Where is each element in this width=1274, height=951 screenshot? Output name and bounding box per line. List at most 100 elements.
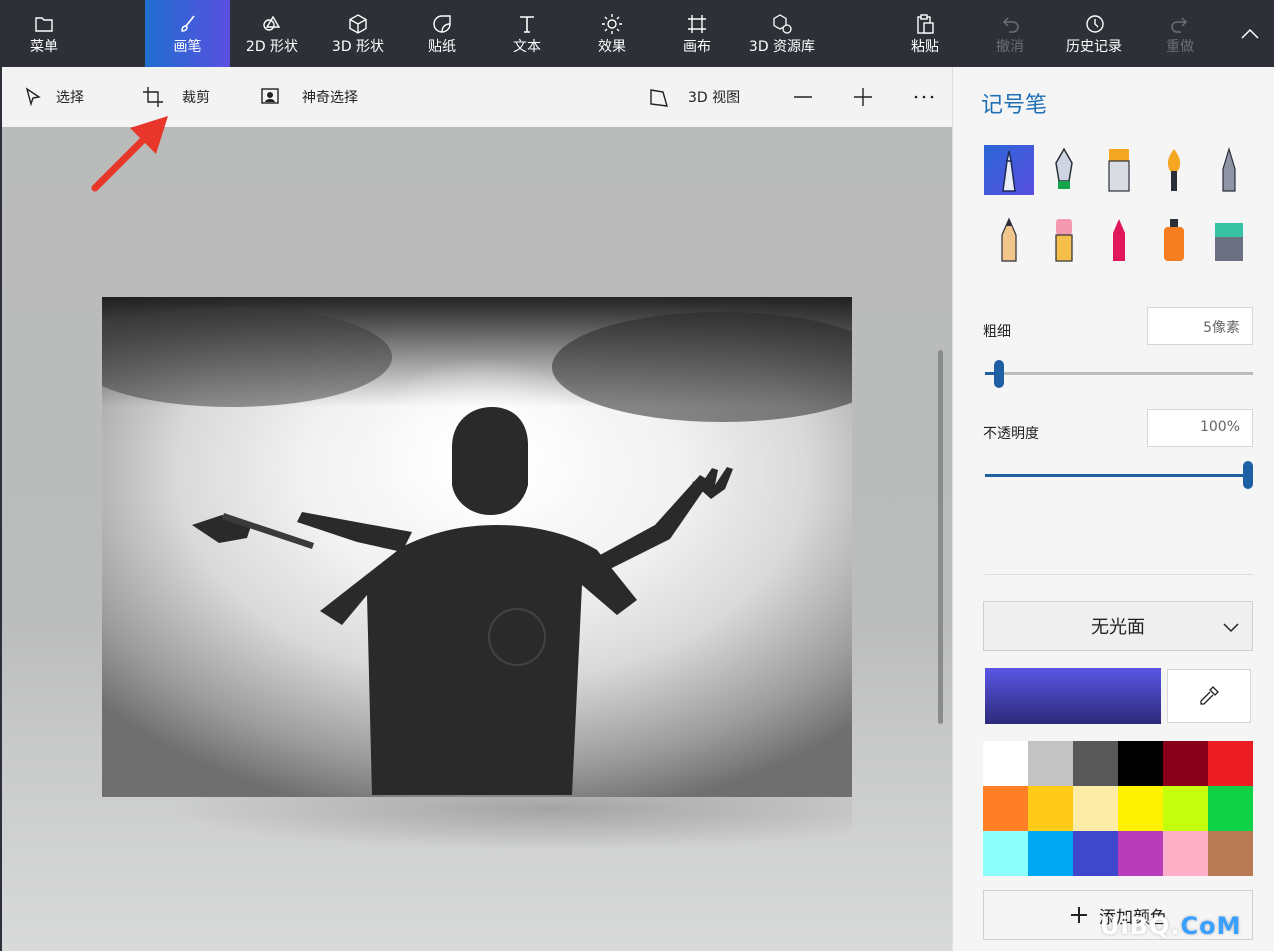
thickness-label: 粗细 xyxy=(983,324,1011,340)
collapse-toolbar-button[interactable] xyxy=(1232,0,1268,67)
minus-icon xyxy=(794,96,812,98)
crop-icon xyxy=(143,87,163,107)
tab-canvas[interactable]: 画布 xyxy=(667,0,727,67)
cube-icon xyxy=(349,13,367,34)
color-swatch[interactable] xyxy=(1208,831,1253,876)
opacity-label: 不透明度 xyxy=(983,426,1039,442)
color-swatch[interactable] xyxy=(983,786,1028,831)
color-swatch[interactable] xyxy=(1073,741,1118,786)
color-swatch[interactable] xyxy=(983,831,1028,876)
top-toolbar: 菜单 画笔 2D 形状 3D 形状 贴纸 文本 效果 画布 3D 资源库 粘贴 … xyxy=(0,0,1274,67)
finish-dropdown[interactable]: 无光面 xyxy=(983,601,1253,651)
tab-3d-shapes[interactable]: 3D 形状 xyxy=(322,0,394,67)
color-swatch[interactable] xyxy=(1163,831,1208,876)
magic-select-icon xyxy=(261,88,279,104)
chevron-up-icon xyxy=(1241,28,1259,39)
fill-bucket-icon xyxy=(1215,223,1243,261)
color-swatch[interactable] xyxy=(1118,831,1163,876)
color-swatch[interactable] xyxy=(1118,741,1163,786)
more-options-button[interactable] xyxy=(913,67,935,127)
shapes-2d-icon xyxy=(263,15,281,31)
brush-pixel-pen[interactable] xyxy=(1204,145,1254,195)
tab-brushes-label: 画笔 xyxy=(173,38,202,55)
tab-brushes[interactable]: 画笔 xyxy=(145,0,230,67)
plus-icon xyxy=(1071,907,1087,923)
redo-icon xyxy=(1171,16,1188,33)
tab-3d-library[interactable]: 3D 资源库 xyxy=(742,0,822,67)
sticker-icon xyxy=(433,14,451,33)
redo-button[interactable]: 重做 xyxy=(1150,0,1210,67)
undo-icon xyxy=(1002,16,1019,33)
eyedropper-button[interactable] xyxy=(1167,669,1251,723)
pencil-icon xyxy=(1001,217,1017,262)
clipboard-icon xyxy=(917,13,934,34)
more-icon xyxy=(914,95,934,99)
zoom-in-button[interactable] xyxy=(852,67,874,127)
canvas-shadow xyxy=(102,797,852,857)
brush-fill[interactable] xyxy=(1204,215,1254,265)
plus-icon xyxy=(854,88,872,106)
select-label: 选择 xyxy=(56,90,84,106)
color-swatch[interactable] xyxy=(983,741,1028,786)
magic-select-button[interactable]: 神奇选择 xyxy=(260,67,358,127)
brush-marker[interactable] xyxy=(984,145,1034,195)
thickness-track[interactable] xyxy=(985,372,1253,375)
menu-label: 菜单 xyxy=(30,38,58,55)
tab-text-label: 文本 xyxy=(513,38,541,55)
watermark-main: UiBQ. xyxy=(1100,912,1181,940)
tab-2d-shapes[interactable]: 2D 形状 xyxy=(236,0,308,67)
brush-watercolor[interactable] xyxy=(1149,145,1199,195)
color-swatch[interactable] xyxy=(1163,786,1208,831)
color-swatch[interactable] xyxy=(1028,786,1073,831)
oil-brush-icon xyxy=(1108,149,1130,192)
brush-spray-can[interactable] xyxy=(1149,215,1199,265)
current-color-swatch[interactable] xyxy=(985,668,1161,724)
color-swatch[interactable] xyxy=(1163,741,1208,786)
color-swatch[interactable] xyxy=(1073,831,1118,876)
color-swatch[interactable] xyxy=(1028,741,1073,786)
color-swatch[interactable] xyxy=(1208,786,1253,831)
view-3d-icon xyxy=(650,89,668,107)
finish-value: 无光面 xyxy=(1091,617,1145,638)
tab-2d-shapes-label: 2D 形状 xyxy=(245,38,299,55)
menu-button[interactable]: 菜单 xyxy=(14,0,74,67)
brush-oil[interactable] xyxy=(1094,145,1144,195)
calligraphy-pen-icon xyxy=(1055,147,1073,189)
color-swatch[interactable] xyxy=(1118,786,1163,831)
panel-title: 记号笔 xyxy=(981,93,1048,118)
thickness-slider-thumb[interactable] xyxy=(994,360,1004,388)
undo-button[interactable]: 撤消 xyxy=(980,0,1040,67)
opacity-input[interactable]: 100% xyxy=(1147,409,1253,447)
canvas-icon xyxy=(688,14,706,33)
tab-text[interactable]: 文本 xyxy=(497,0,557,67)
paint3d-window: 菜单 画笔 2D 形状 3D 形状 贴纸 文本 效果 画布 3D 资源库 粘贴 … xyxy=(0,0,1274,951)
opacity-slider-thumb[interactable] xyxy=(1243,461,1253,489)
opacity-track-fill[interactable] xyxy=(985,474,1249,477)
thickness-input[interactable]: 5像素 xyxy=(1147,307,1253,345)
history-button[interactable]: 历史记录 xyxy=(1058,0,1130,67)
vertical-scrollbar[interactable] xyxy=(938,350,943,724)
brush-panel: 记号笔 粗细 5像素 不透明度 100% 无光面 添加颜色 xyxy=(952,67,1274,951)
view-3d-button[interactable]: 3D 视图 xyxy=(648,67,740,127)
color-swatch[interactable] xyxy=(1073,786,1118,831)
paste-button[interactable]: 粘贴 xyxy=(895,0,955,67)
zoom-out-button[interactable] xyxy=(792,67,814,127)
history-icon xyxy=(1086,14,1104,33)
watermark: UiBQ.CoM xyxy=(1100,912,1242,940)
cursor-icon xyxy=(25,87,41,107)
eraser-icon xyxy=(1055,219,1073,262)
brush-icon xyxy=(180,15,195,32)
color-swatch[interactable] xyxy=(1028,831,1073,876)
tab-stickers[interactable]: 贴纸 xyxy=(412,0,472,67)
brush-crayon[interactable] xyxy=(1094,215,1144,265)
tab-effects[interactable]: 效果 xyxy=(582,0,642,67)
color-swatch[interactable] xyxy=(1208,741,1253,786)
canvas-image[interactable] xyxy=(102,297,852,797)
select-button[interactable]: 选择 xyxy=(22,67,84,127)
brush-pencil[interactable] xyxy=(984,215,1034,265)
brush-eraser[interactable] xyxy=(1039,215,1089,265)
brush-calligraphy-pen[interactable] xyxy=(1039,145,1089,195)
folder-icon xyxy=(35,16,53,32)
history-label: 历史记录 xyxy=(1066,38,1122,55)
redo-label: 重做 xyxy=(1166,38,1194,55)
